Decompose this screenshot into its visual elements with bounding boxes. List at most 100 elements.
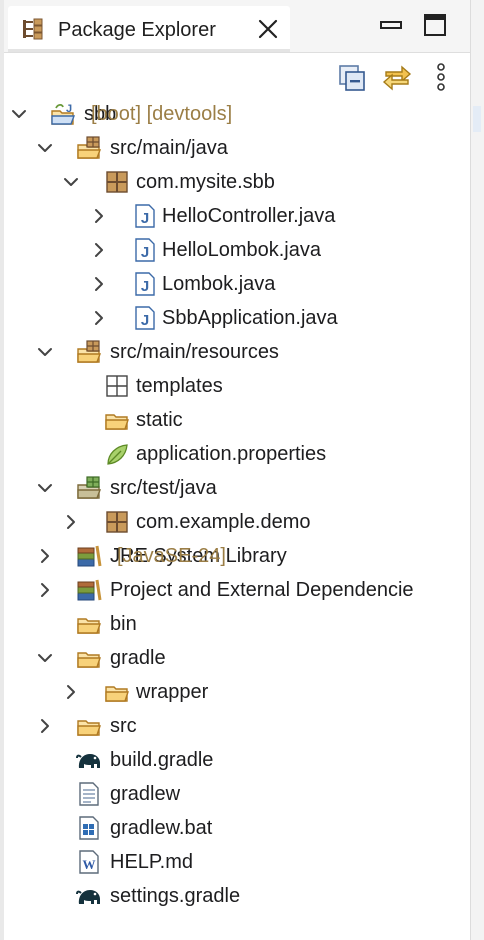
properties-file-icon — [107, 444, 128, 465]
svg-text:J: J — [141, 312, 149, 329]
svg-text:J: J — [66, 103, 72, 115]
tree-item[interactable]: bin — [0, 607, 470, 641]
tree-item-decoration: [boot] [devtools] — [91, 103, 233, 125]
package-icon — [106, 171, 128, 193]
tree-item-decoration: [JavaSE-24] — [117, 545, 226, 567]
collapse-all-icon[interactable] — [336, 60, 370, 94]
chevron-right-icon[interactable] — [36, 547, 54, 565]
tree-item[interactable]: src/test/java — [0, 471, 470, 505]
package-icon — [106, 511, 128, 533]
tree-item[interactable]: application.properties — [0, 437, 470, 471]
chevron-down-icon[interactable] — [36, 649, 54, 667]
chevron-down-icon[interactable] — [10, 105, 28, 123]
tree-item-label: SbbApplication.java — [162, 307, 338, 329]
tree-item-label: settings.gradle — [110, 885, 241, 907]
tree-item-label: static — [136, 409, 183, 431]
java-file-icon: J — [135, 238, 155, 262]
chevron-right-icon[interactable] — [62, 513, 80, 531]
folder-icon — [105, 686, 129, 702]
tree-item-label: com.mysite.sbb — [136, 171, 275, 193]
chevron-right-icon[interactable] — [62, 683, 80, 701]
chevron-right-icon[interactable] — [36, 717, 54, 735]
tree-item-label: application.properties — [136, 443, 327, 465]
gradle-elephant-icon — [76, 754, 100, 768]
tree-item[interactable]: Jsbb [boot] [devtools] — [0, 97, 470, 131]
tree-item[interactable]: static — [0, 403, 470, 437]
tree-item[interactable]: gradlew — [0, 777, 470, 811]
chevron-right-icon[interactable] — [90, 275, 108, 293]
tree-item-label: HelloController.java — [162, 205, 336, 227]
tree-item[interactable]: templates — [0, 369, 470, 403]
kebab-menu-icon[interactable] — [424, 60, 458, 94]
tree-item[interactable]: com.example.demo — [0, 505, 470, 539]
svg-text:J: J — [141, 278, 149, 295]
tree-item-label: gradlew.bat — [110, 817, 213, 839]
tab-package-explorer[interactable]: Package Explorer — [8, 6, 290, 52]
tree-item-label: build.gradle — [110, 749, 214, 771]
tree-item-label: src/test/java — [110, 477, 217, 499]
tree-item-label: Lombok.java — [162, 273, 276, 295]
minimize-icon[interactable] — [378, 12, 404, 38]
tree-item[interactable]: src/main/resources — [0, 335, 470, 369]
tree-item[interactable]: src/main/java — [0, 131, 470, 165]
tree-item-label: src/main/resources — [110, 341, 279, 363]
tree-item[interactable]: W HELP.md — [0, 845, 470, 879]
tree-item[interactable]: J HelloLombok.java — [0, 233, 470, 267]
tree-item[interactable]: Project and External Dependencie — [0, 573, 470, 607]
tree-item-label: Project and External Dependencie — [110, 579, 414, 601]
tree-item[interactable]: build.gradle — [0, 743, 470, 777]
chevron-down-icon[interactable] — [36, 479, 54, 497]
tab-title: Package Explorer — [58, 19, 216, 41]
view-tab-strip: Package Explorer — [4, 0, 470, 53]
folder-icon — [105, 414, 129, 430]
link-with-editor-icon[interactable] — [380, 60, 414, 94]
tree-item-label: HelloLombok.java — [162, 239, 321, 261]
test-source-folder-icon — [77, 476, 102, 499]
package-explorer-icon — [23, 18, 43, 40]
tree-item-label: gradlew — [110, 783, 181, 805]
svg-text:J: J — [141, 210, 149, 227]
tree-item-label: HELP.md — [110, 851, 194, 873]
library-icon — [77, 545, 102, 567]
chevron-right-icon[interactable] — [36, 581, 54, 599]
maximize-icon[interactable] — [422, 12, 448, 38]
tree-item-label: bin — [110, 613, 137, 635]
java-file-icon: J — [135, 204, 155, 228]
tree-item[interactable]: J Lombok.java — [0, 267, 470, 301]
tree-item[interactable]: gradle — [0, 641, 470, 675]
folder-icon — [77, 720, 101, 736]
tree-item-label: src/main/java — [110, 137, 228, 159]
tree-item[interactable]: J SbbApplication.java — [0, 301, 470, 335]
close-icon[interactable] — [256, 17, 280, 41]
chevron-down-icon[interactable] — [36, 343, 54, 361]
tree-item[interactable]: src — [0, 709, 470, 743]
tree-item-label: src — [110, 715, 137, 737]
tree-item[interactable]: wrapper — [0, 675, 470, 709]
java-file-icon: J — [135, 272, 155, 296]
text-file-icon — [79, 782, 99, 806]
project-icon: J — [51, 103, 76, 125]
tree-item-label: wrapper — [136, 681, 209, 703]
library-icon — [77, 579, 102, 601]
tree-item-label: gradle — [110, 647, 166, 669]
empty-package-icon — [106, 375, 128, 397]
folder-icon — [77, 652, 101, 668]
tree-item[interactable]: com.mysite.sbb — [0, 165, 470, 199]
right-vertical-ruler — [470, 0, 484, 940]
windows-batch-file-icon — [79, 816, 99, 840]
java-file-icon: J — [135, 306, 155, 330]
source-folder-icon — [77, 136, 102, 159]
chevron-down-icon[interactable] — [62, 173, 80, 191]
tree-item[interactable]: settings.gradle — [0, 879, 470, 913]
folder-icon — [77, 618, 101, 634]
tree-item[interactable]: gradlew.bat — [0, 811, 470, 845]
ruler-marker — [473, 106, 481, 132]
chevron-right-icon[interactable] — [90, 241, 108, 259]
chevron-right-icon[interactable] — [90, 309, 108, 327]
chevron-down-icon[interactable] — [36, 139, 54, 157]
tree-item[interactable]: J HelloController.java — [0, 199, 470, 233]
svg-text:J: J — [141, 244, 149, 261]
tree-item[interactable]: JRE System Library [JavaSE-24] — [0, 539, 470, 573]
tree-item-label: com.example.demo — [136, 511, 311, 533]
chevron-right-icon[interactable] — [90, 207, 108, 225]
